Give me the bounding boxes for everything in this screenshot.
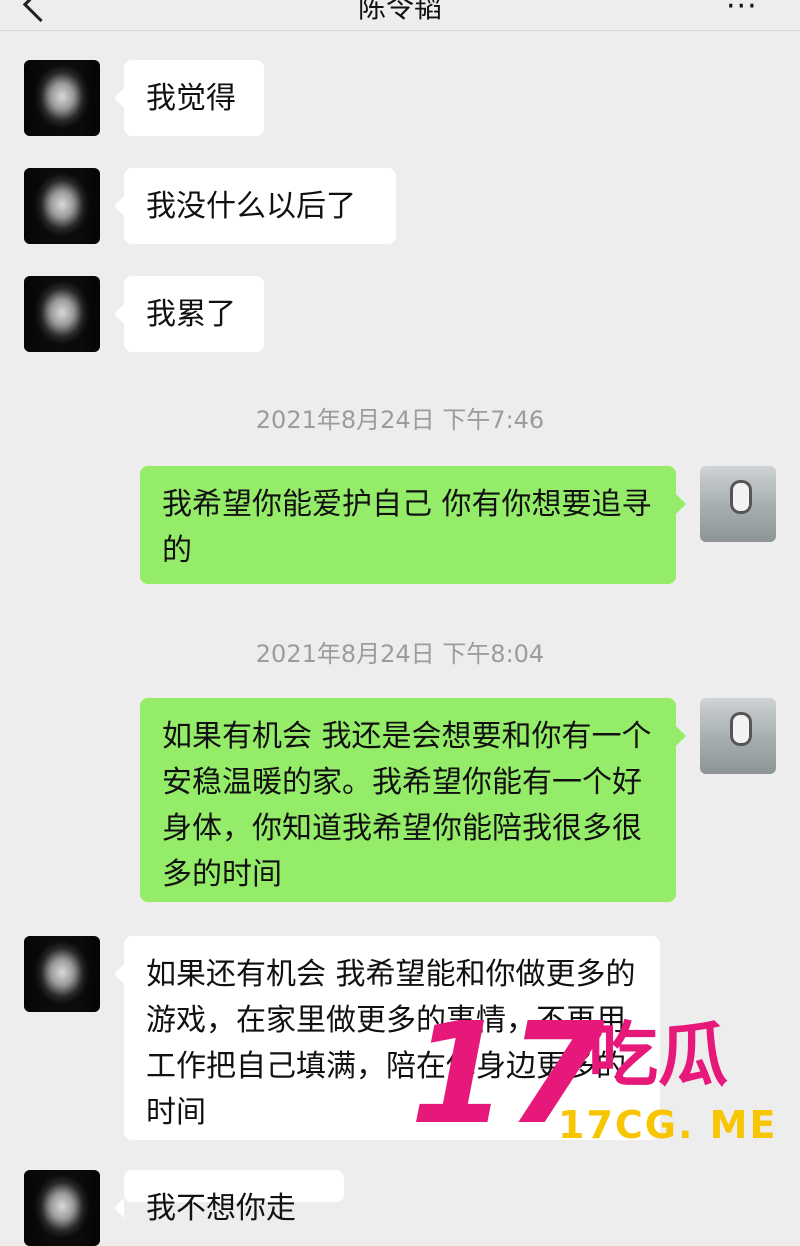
contact-avatar[interactable] — [24, 1170, 100, 1246]
user-avatar[interactable] — [700, 698, 776, 774]
more-icon[interactable]: ··· — [726, 0, 758, 22]
contact-avatar[interactable] — [24, 168, 100, 244]
contact-avatar[interactable] — [24, 936, 100, 1012]
message-timestamp: 2021年8月24日 下午8:04 — [255, 640, 545, 668]
outgoing-message: 如果有机会 我还是会想要和你有一个安稳温暖的家。我希望你能有一个好身体，你知道我… — [140, 698, 686, 902]
user-avatar[interactable] — [700, 466, 776, 542]
chat-header: 陈令韬 ··· — [0, 0, 800, 31]
contact-avatar[interactable] — [24, 60, 100, 136]
message-timestamp: 2021年8月24日 下午7:46 — [255, 406, 545, 434]
watermark-url: 17CG. ME — [558, 1103, 778, 1147]
incoming-message: 我累了 — [114, 276, 264, 352]
watermark-logo: 17 吃瓜 17CG. ME — [410, 1005, 790, 1155]
incoming-message: 我不想你走 — [114, 1170, 344, 1226]
contact-avatar[interactable] — [24, 276, 100, 352]
chevron-left-icon[interactable] — [22, 0, 59, 23]
incoming-message: 我没什么以后了 — [114, 168, 396, 244]
chat-title: 陈令韬 — [357, 0, 442, 24]
watermark-chinese: 吃瓜 — [588, 1014, 728, 1096]
incoming-message: 我觉得 — [114, 60, 264, 136]
outgoing-message: 我希望你能爱护自己 你有你想要追寻的 — [140, 466, 686, 584]
